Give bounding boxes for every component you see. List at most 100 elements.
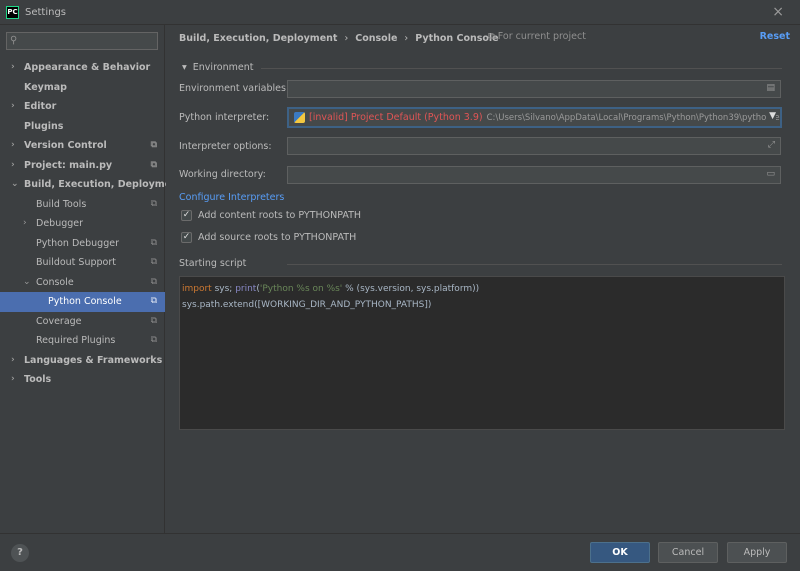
sidebar-item-label: Appearance & Behavior xyxy=(24,62,151,73)
starting-script-label: Starting script xyxy=(179,258,247,269)
breadcrumb-separator: › xyxy=(404,32,409,44)
sidebar-item-label: Coverage xyxy=(36,315,82,327)
sidebar-item[interactable]: › Tools xyxy=(0,370,165,390)
sidebar-item-label: Buildout Support xyxy=(36,257,116,268)
sidebar-item-label: Console xyxy=(36,276,74,288)
checkbox-checked-icon: ✓ xyxy=(181,210,192,221)
interpreter-name: [invalid] Project Default (Python 3.9) xyxy=(309,112,483,123)
sidebar-item-label: Version Control xyxy=(24,140,107,151)
folder-icon[interactable]: ▭ xyxy=(766,169,775,179)
search-input[interactable]: ⚲ xyxy=(6,32,158,50)
cancel-button[interactable]: Cancel xyxy=(658,542,718,563)
sidebar-item-label: Languages & Frameworks xyxy=(24,354,163,366)
project-scope-icon: ⧉ xyxy=(150,335,157,345)
chevron-right-icon[interactable]: › xyxy=(11,351,15,371)
sidebar-item-label: Tools xyxy=(24,374,52,385)
chevron-down-icon[interactable]: ⌄ xyxy=(23,273,31,293)
content-roots-label: Add content roots to PYTHONPATH xyxy=(198,210,362,221)
working-dir-label: Working directory: xyxy=(179,169,266,180)
sidebar-item-label: Python Console xyxy=(48,296,122,307)
sidebar-item-label: Build, Execution, Deployment xyxy=(24,179,183,190)
sidebar-item[interactable]: Buildout Support ⧉ xyxy=(0,253,165,273)
sidebar-item[interactable]: Coverage ⧉ xyxy=(0,312,165,332)
code-line: sys.path.extend([WORKING_DIR_AND_PYTHON_… xyxy=(182,300,432,310)
working-dir-field[interactable]: ▭ xyxy=(287,166,781,184)
reset-link[interactable]: Reset xyxy=(760,31,790,42)
content-roots-checkbox[interactable]: ✓ Add content roots to PYTHONPATH xyxy=(181,210,361,221)
apply-button[interactable]: Apply xyxy=(727,542,787,563)
sidebar-item-label: Debugger xyxy=(36,218,84,229)
divider xyxy=(261,68,782,69)
sidebar-item-label: Project: main.py xyxy=(24,159,113,171)
chevron-down-icon[interactable]: ⌄ xyxy=(11,175,19,195)
source-roots-label: Add source roots to PYTHONPATH xyxy=(198,232,357,243)
pycharm-logo-icon: PC xyxy=(6,5,19,19)
window-title: Settings xyxy=(25,6,67,18)
starting-script-editor[interactable]: import sys; print('Python %s on %s' % (s… xyxy=(179,276,785,430)
chevron-down-icon: ▼ xyxy=(766,111,776,121)
sidebar-item[interactable]: › Project: main.py ⧉ xyxy=(0,156,165,176)
project-scope-icon: ⧉ xyxy=(150,315,157,326)
project-scope-icon: ⧉ xyxy=(150,257,157,267)
sidebar-item[interactable]: Plugins xyxy=(0,117,165,137)
breadcrumb: Build, Execution, Deployment › Console ›… xyxy=(179,31,499,45)
settings-sidebar: ⚲ › Appearance & Behavior Keymap › Editor Plu… xyxy=(0,25,182,533)
interpreter-options-label: Interpreter options: xyxy=(179,141,272,152)
interpreter-path: C:\Users\Silvano\AppData\Local\Programs\… xyxy=(486,112,782,123)
env-vars-field[interactable]: ▤ xyxy=(287,80,781,98)
configure-interpreters-link[interactable]: Configure Interpreters xyxy=(179,192,284,203)
python-icon xyxy=(294,112,305,123)
close-icon[interactable]: × xyxy=(772,4,784,20)
project-scope-icon: ⧉ xyxy=(150,296,157,306)
sidebar-item[interactable]: › Appearance & Behavior xyxy=(0,58,165,78)
sidebar-item[interactable]: › Editor xyxy=(0,97,165,117)
sidebar-item[interactable]: Python Console ⧉ xyxy=(0,292,165,312)
chevron-right-icon[interactable]: › xyxy=(11,58,15,78)
breadcrumb-separator: › xyxy=(344,32,349,44)
code-line: import sys; print('Python %s on %s' % (s… xyxy=(182,284,480,294)
chevron-right-icon[interactable]: › xyxy=(23,214,27,234)
interpreter-options-field[interactable]: ⤢ xyxy=(287,137,781,155)
sidebar-item[interactable]: › Languages & Frameworks xyxy=(0,351,165,371)
source-roots-checkbox[interactable]: ✓ Add source roots to PYTHONPATH xyxy=(181,232,356,243)
help-icon[interactable]: ? xyxy=(11,544,29,562)
project-scope-icon: ⧉ xyxy=(150,276,157,287)
dialog-footer: ? OK Cancel Apply xyxy=(0,533,800,571)
breadcrumb-item: Python Console xyxy=(415,32,499,44)
sidebar-item[interactable]: Required Plugins ⧉ xyxy=(0,331,165,351)
scope-label: ⧉ For current project xyxy=(488,31,586,42)
sidebar-item[interactable]: › Version Control ⧉ xyxy=(0,136,165,156)
sidebar-item[interactable]: ⌄ Build, Execution, Deployment xyxy=(0,175,182,195)
sidebar-item[interactable]: Build Tools ⧉ xyxy=(0,195,165,215)
chevron-right-icon[interactable]: › xyxy=(11,97,15,117)
sidebar-item-label: Build Tools xyxy=(36,198,87,210)
checkbox-checked-icon: ✓ xyxy=(181,232,192,243)
ok-button[interactable]: OK xyxy=(590,542,650,563)
chevron-right-icon[interactable]: › xyxy=(11,156,15,176)
project-scope-icon: ⧉ xyxy=(150,140,157,150)
settings-tree: › Appearance & Behavior Keymap › Editor Plugi… xyxy=(0,58,182,390)
project-scope-icon: ⧉ xyxy=(150,198,157,209)
sidebar-item[interactable]: Keymap xyxy=(0,78,165,98)
sidebar-item-label: Keymap xyxy=(24,81,67,93)
interpreter-select[interactable]: [invalid] Project Default (Python 3.9) C… xyxy=(287,107,782,128)
breadcrumb-item: Console xyxy=(355,32,398,44)
breadcrumb-item: Build, Execution, Deployment xyxy=(179,32,338,44)
sidebar-item[interactable]: Python Debugger ⧉ xyxy=(0,234,165,254)
interpreter-label: Python interpreter: xyxy=(179,112,270,123)
search-icon: ⚲ xyxy=(10,35,18,46)
settings-panel: Build, Execution, Deployment › Console ›… xyxy=(166,25,800,533)
sidebar-item[interactable]: ⌄ Console ⧉ xyxy=(0,273,165,293)
sidebar-item-label: Plugins xyxy=(24,120,64,132)
expand-icon[interactable]: ⤢ xyxy=(768,140,775,150)
browse-icon[interactable]: ▤ xyxy=(766,83,775,93)
title-bar: PC Settings × xyxy=(0,0,800,25)
environment-section-header[interactable]: ▾ Environment xyxy=(182,62,253,73)
sidebar-item-label: Required Plugins xyxy=(36,335,116,346)
chevron-right-icon[interactable]: › xyxy=(11,370,15,390)
chevron-right-icon[interactable]: › xyxy=(11,136,15,156)
project-scope-icon: ⧉ xyxy=(150,237,157,248)
environment-section-label: Environment xyxy=(192,62,254,73)
sidebar-item[interactable]: › Debugger xyxy=(0,214,165,234)
divider xyxy=(287,264,782,265)
